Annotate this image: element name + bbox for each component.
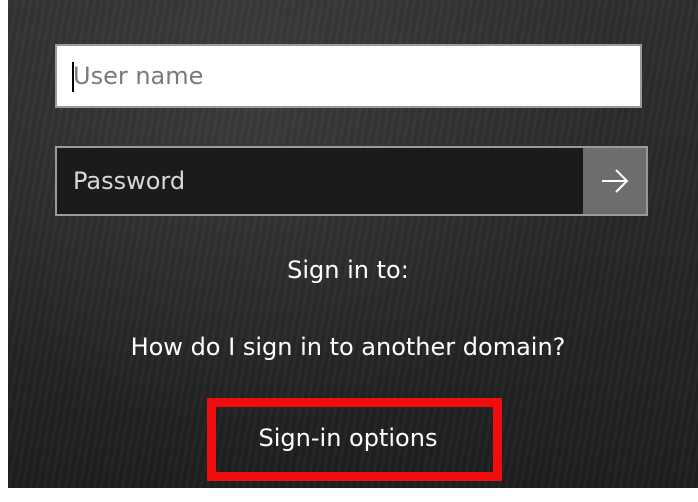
text-caret [72,62,74,92]
login-screen: Sign in to: How do I sign in to another … [8,0,698,488]
sign-in-options-link[interactable]: Sign-in options [228,418,468,458]
username-input[interactable] [57,46,640,106]
domain-help-link[interactable]: How do I sign in to another domain? [8,327,688,367]
arrow-right-icon [600,168,630,194]
sign-in-to-label: Sign in to: [287,256,409,284]
submit-button[interactable] [583,148,646,214]
username-field[interactable] [55,44,642,108]
password-input[interactable] [57,148,581,214]
password-field[interactable] [55,146,648,216]
